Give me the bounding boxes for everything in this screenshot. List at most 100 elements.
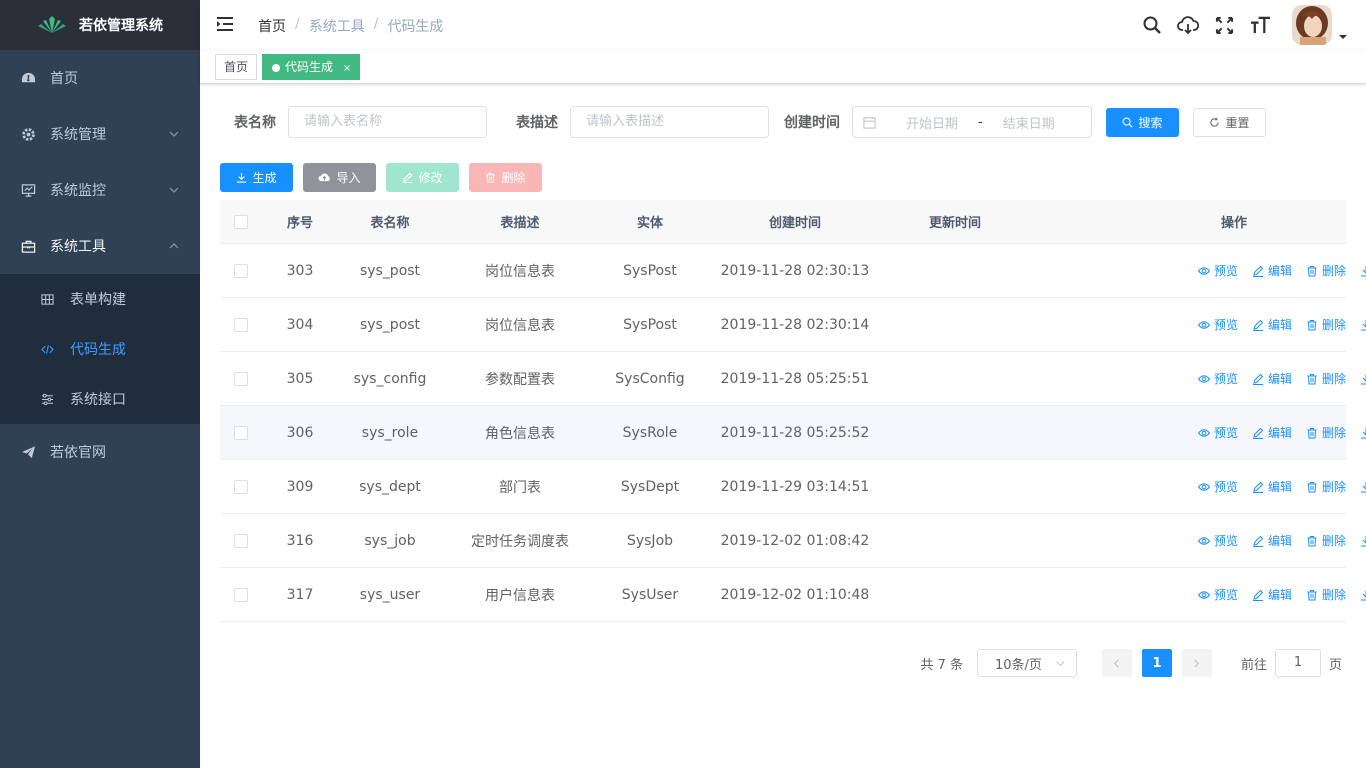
edit-icon — [1252, 373, 1264, 385]
cell-operations: 预览 编辑 删除 生成代码 — [1022, 532, 1366, 549]
table-row[interactable]: 316 sys_job 定时任务调度表 SysJob 2019-12-02 01:08:… — [220, 514, 1366, 568]
sidebar-item-home[interactable]: 首页 — [0, 50, 200, 106]
tag-home[interactable]: 首页 — [215, 54, 258, 80]
sidebar-item-form-build[interactable]: 表单构建 — [0, 274, 200, 324]
refresh-icon — [1210, 117, 1220, 127]
sidebar-item-swagger[interactable]: 系统接口 — [0, 374, 200, 424]
preview-link[interactable]: 预览 — [1197, 316, 1238, 333]
row-check-cell — [220, 425, 262, 440]
row-checkbox[interactable] — [234, 263, 248, 278]
tag-codegen[interactable]: 代码生成 × — [262, 54, 361, 81]
cell-table-name: sys_user — [359, 586, 421, 603]
sidebar-item-tools[interactable]: 系统工具 — [0, 218, 200, 274]
delete-link[interactable]: 删除 — [1306, 424, 1346, 441]
next-page-button[interactable] — [1181, 649, 1212, 677]
page-number-current[interactable]: 1 — [1141, 649, 1172, 677]
generate-button[interactable]: 生成 — [220, 163, 293, 192]
page-size-select[interactable]: 10条/页 — [976, 649, 1077, 677]
date-range-picker[interactable]: 开始日期 - 结束日期 — [852, 106, 1092, 138]
cloud-download-icon[interactable] — [1177, 14, 1199, 36]
start-date-input[interactable]: 开始日期 — [894, 113, 970, 132]
edit-link[interactable]: 编辑 — [1252, 478, 1292, 495]
select-all-checkbox[interactable] — [234, 214, 248, 229]
table-name-label: 表名称 — [234, 115, 276, 131]
prev-page-button[interactable] — [1101, 649, 1132, 677]
trash-icon — [1306, 427, 1318, 439]
goto-page-input[interactable]: 1 — [1274, 649, 1321, 677]
preview-link[interactable]: 预览 — [1197, 532, 1238, 549]
eye-icon — [1197, 319, 1210, 331]
download-icon — [1360, 589, 1366, 601]
eye-icon — [1197, 265, 1210, 277]
sidebar-item-label: 系统管理 — [50, 127, 106, 143]
row-checkbox[interactable] — [234, 371, 248, 386]
breadcrumb-tools: 系统工具 — [308, 19, 365, 35]
header-updated: 更新时间 — [928, 216, 981, 231]
table-row[interactable]: 305 sys_config 参数配置表 SysConfig 2019-11-28 05… — [220, 352, 1366, 406]
table-name-input[interactable]: 请输入表名称 — [288, 106, 487, 138]
breadcrumb-separator: / — [373, 16, 379, 32]
gen-code-link[interactable]: 生成代码 — [1360, 424, 1366, 441]
row-checkbox[interactable] — [234, 479, 248, 494]
fullscreen-icon[interactable] — [1213, 14, 1235, 36]
font-size-icon[interactable] — [1249, 14, 1271, 36]
edit-button[interactable]: 修改 — [386, 163, 459, 192]
table-row[interactable]: 303 sys_post 岗位信息表 SysPost 2019-11-28 02:30:… — [220, 244, 1366, 298]
app-root: 若依管理系统 首页 系统管理 系统监控 系统工具 表单构建 代码生成 系统接口 … — [0, 0, 1366, 768]
edit-link[interactable]: 编辑 — [1252, 424, 1292, 441]
table-row[interactable]: 306 sys_role 角色信息表 SysRole 2019-11-28 05:25:… — [220, 406, 1366, 460]
reset-button[interactable]: 重置 — [1193, 107, 1266, 137]
preview-link[interactable]: 预览 — [1197, 370, 1238, 387]
logo-bar[interactable]: 若依管理系统 — [0, 0, 200, 50]
sidebar-item-website[interactable]: 若依官网 — [0, 424, 200, 480]
preview-link[interactable]: 预览 — [1197, 586, 1238, 603]
delete-link[interactable]: 删除 — [1306, 478, 1346, 495]
delete-link[interactable]: 删除 — [1306, 586, 1346, 603]
search-button[interactable]: 搜索 — [1106, 107, 1179, 137]
search-icon[interactable] — [1141, 14, 1163, 36]
row-checkbox[interactable] — [234, 317, 248, 332]
table-body: 303 sys_post 岗位信息表 SysPost 2019-11-28 02:30:… — [220, 244, 1366, 622]
dashboard-icon — [20, 70, 36, 86]
chevron-down-icon — [1056, 660, 1065, 666]
import-button[interactable]: 导入 — [303, 163, 376, 192]
edit-link[interactable]: 编辑 — [1252, 532, 1292, 549]
edit-link[interactable]: 编辑 — [1252, 262, 1292, 279]
cell-table-desc: 角色信息表 — [485, 425, 555, 442]
delete-link[interactable]: 删除 — [1306, 316, 1346, 333]
delete-link[interactable]: 删除 — [1306, 262, 1346, 279]
caret-down-icon[interactable] — [1338, 30, 1348, 40]
hamburger-icon[interactable] — [216, 15, 234, 33]
edit-link[interactable]: 编辑 — [1252, 316, 1292, 333]
row-checkbox[interactable] — [234, 425, 248, 440]
gen-code-link[interactable]: 生成代码 — [1360, 586, 1366, 603]
row-check-cell — [220, 263, 262, 278]
table-row[interactable]: 317 sys_user 用户信息表 SysUser 2019-12-02 01:10:… — [220, 568, 1366, 622]
sidebar-item-codegen[interactable]: 代码生成 — [0, 324, 200, 374]
gen-code-link[interactable]: 生成代码 — [1360, 532, 1366, 549]
sidebar-item-monitor[interactable]: 系统监控 — [0, 162, 200, 218]
delete-link[interactable]: 删除 — [1306, 532, 1346, 549]
row-checkbox[interactable] — [234, 533, 248, 548]
table-row[interactable]: 309 sys_dept 部门表 SysDept 2019-11-29 03:14:51… — [220, 460, 1366, 514]
row-checkbox[interactable] — [234, 587, 248, 602]
edit-link[interactable]: 编辑 — [1252, 586, 1292, 603]
breadcrumb-home[interactable]: 首页 — [258, 16, 286, 36]
delete-link[interactable]: 删除 — [1306, 370, 1346, 387]
close-icon[interactable]: × — [343, 57, 351, 81]
gen-code-link[interactable]: 生成代码 — [1360, 478, 1366, 495]
preview-link[interactable]: 预览 — [1197, 262, 1238, 279]
avatar[interactable] — [1292, 5, 1332, 45]
gen-code-link[interactable]: 生成代码 — [1360, 370, 1366, 387]
trash-icon — [486, 172, 496, 183]
table-row[interactable]: 304 sys_post 岗位信息表 SysPost 2019-11-28 02:30:… — [220, 298, 1366, 352]
preview-link[interactable]: 预览 — [1197, 424, 1238, 441]
end-date-input[interactable]: 结束日期 — [991, 113, 1067, 132]
delete-button[interactable]: 删除 — [469, 163, 542, 192]
preview-link[interactable]: 预览 — [1197, 478, 1238, 495]
table-desc-input[interactable]: 请输入表描述 — [570, 106, 769, 138]
gen-code-link[interactable]: 生成代码 — [1360, 262, 1366, 279]
gen-code-link[interactable]: 生成代码 — [1360, 316, 1366, 333]
edit-link[interactable]: 编辑 — [1252, 370, 1292, 387]
sidebar-item-system[interactable]: 系统管理 — [0, 106, 200, 162]
